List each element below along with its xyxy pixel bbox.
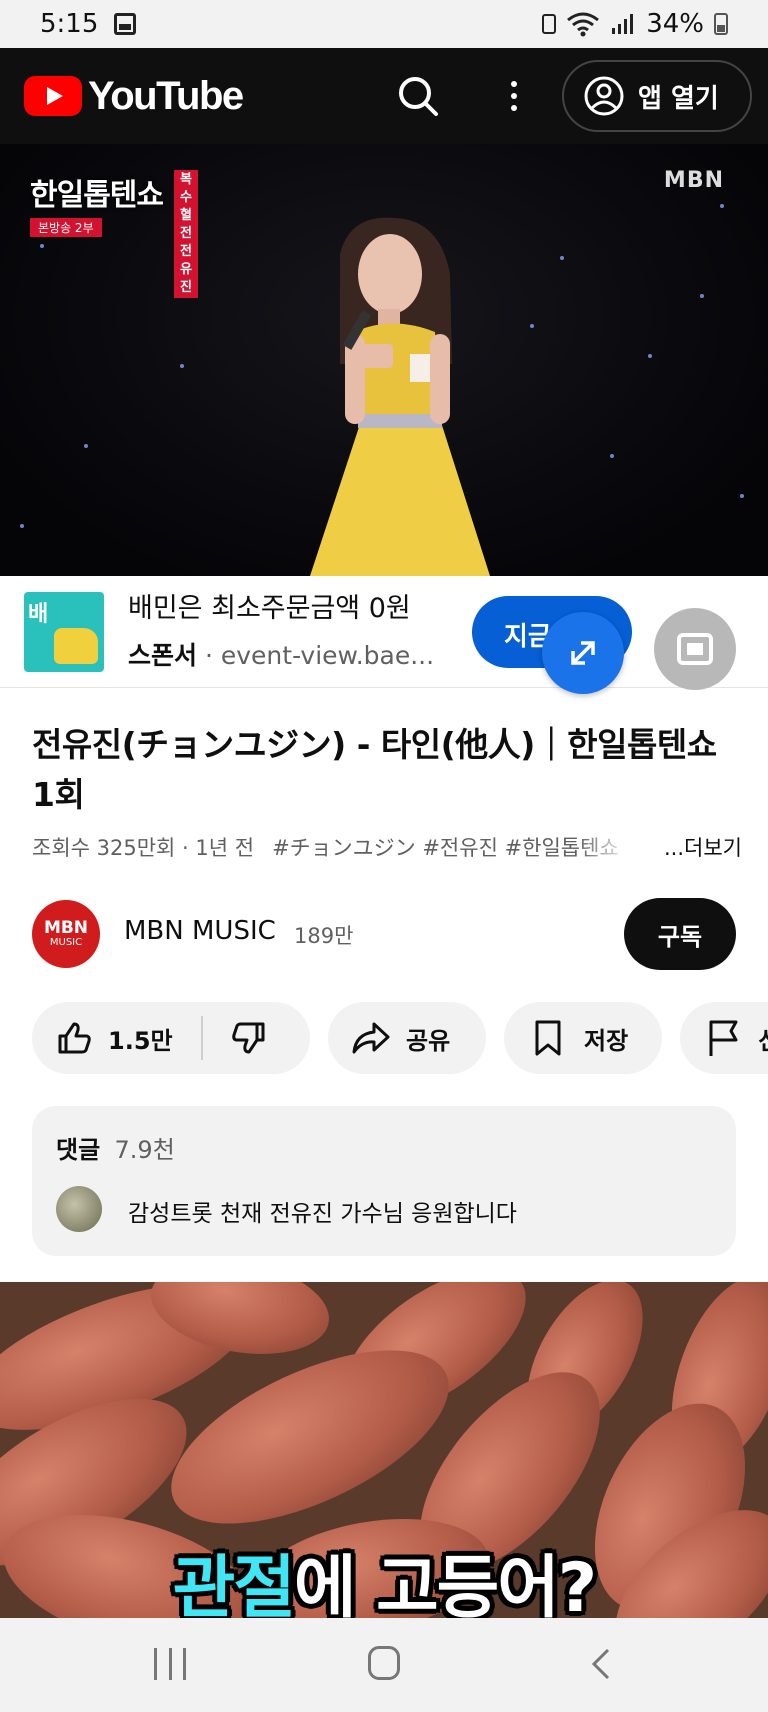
status-bar: 5:15 34% (0, 0, 768, 48)
ad-source: 스폰서 · event-view.bae... (128, 641, 435, 670)
back-icon[interactable] (590, 1648, 614, 1680)
subscriber-count: 189만 (294, 924, 354, 948)
next-video-thumbnail[interactable]: 관절에 고등어? (0, 1282, 768, 1618)
top-comment: 감성트롯 천재 전유진 가수님 응원합니다 (128, 1201, 517, 1227)
youtube-logo[interactable]: YouTube (24, 73, 244, 119)
like-dislike-pill: 1.5만 (32, 1002, 310, 1074)
system-nav-bar (0, 1618, 768, 1712)
show-tag: 복수혈전 전유진 (174, 170, 198, 298)
show-title: 한일톱텐쇼 (30, 178, 164, 213)
share-icon (352, 1022, 390, 1054)
channel-name[interactable]: MBN MUSIC (124, 916, 276, 946)
signal-icon (612, 14, 634, 34)
battery-saver-icon (542, 14, 557, 34)
ad-url: event-view.bae... (220, 641, 435, 670)
network-watermark: MBN (663, 168, 724, 193)
hashtags[interactable]: #チョンユジン #전유진 #한일톱텐쇼 (272, 832, 632, 862)
scooter-illustration (54, 628, 98, 664)
sponsor-label: 스폰서 (128, 641, 198, 670)
show-subtitle: 본방송 2부 (30, 218, 102, 237)
save-button[interactable]: 저장 (504, 1002, 662, 1074)
thumbnail-caption: 관절에 고등어? (172, 1549, 598, 1618)
youtube-wordmark: YouTube (88, 73, 244, 118)
wifi-icon (567, 12, 600, 37)
action-bar: 1.5만 공유 저장 신 (32, 1002, 768, 1074)
comments-header: 댓글 7.9천 (56, 1136, 175, 1164)
status-time: 5:15 (40, 9, 99, 39)
battery-percent: 34% (646, 9, 704, 39)
video-meta[interactable]: 조회수 325만회 · 1년 전 #チョンユジン #전유진 #한일톱텐쇼 ...… (32, 832, 742, 862)
subscribe-button[interactable]: 구독 (624, 898, 736, 970)
more-link[interactable]: ...더보기 (664, 832, 742, 862)
expand-icon[interactable] (542, 612, 624, 694)
open-app-label: 앱 열기 (638, 83, 719, 114)
share-button[interactable]: 공유 (328, 1002, 486, 1074)
comments-panel[interactable]: 댓글 7.9천 감성트롯 천재 전유진 가수님 응원합니다 (32, 1106, 736, 1256)
app-header: YouTube 앱 열기 (0, 48, 768, 144)
video-player[interactable]: 한일톱텐쇼 복수혈전 전유진 본방송 2부 MBN (0, 144, 768, 576)
battery-icon (714, 13, 728, 35)
flag-icon (709, 1020, 738, 1056)
gallery-notification-icon (114, 13, 137, 35)
commenter-avatar (56, 1186, 102, 1232)
status-indicators: 34% (542, 9, 728, 39)
more-options-icon[interactable] (496, 74, 532, 118)
account-icon (584, 76, 624, 116)
sponsored-ad[interactable]: 배 배민은 최소주문금액 0원 스폰서 · event-view.bae... … (0, 576, 768, 688)
report-button[interactable]: 신 (680, 1002, 768, 1074)
video-title[interactable]: 전유진(チョンユジン) - 타인(他人)｜한일톱텐쇼 1회 (32, 720, 742, 820)
open-app-button[interactable]: 앱 열기 (562, 60, 752, 132)
like-count[interactable]: 1.5만 (108, 1021, 173, 1056)
search-icon[interactable] (396, 74, 440, 118)
home-icon[interactable] (368, 1646, 400, 1680)
youtube-play-icon (24, 76, 82, 116)
channel-avatar[interactable]: MBN MUSIC (32, 900, 100, 968)
ad-title[interactable]: 배민은 최소주문금액 0원 (128, 586, 411, 625)
dislike-icon[interactable] (229, 1018, 269, 1058)
recent-apps-icon[interactable] (154, 1648, 186, 1680)
like-icon[interactable] (54, 1018, 94, 1058)
show-logo: 한일톱텐쇼 복수혈전 전유진 본방송 2부 (30, 170, 198, 298)
bookmark-icon (535, 1020, 561, 1056)
ad-thumbnail[interactable]: 배 (24, 592, 104, 672)
channel-row[interactable]: MBN MUSIC MBN MUSIC 189만 구독 (32, 898, 736, 970)
miniplayer-icon[interactable] (654, 608, 736, 690)
singer-figure (310, 217, 490, 576)
comment-count: 7.9천 (114, 1136, 175, 1164)
view-count: 조회수 325만회 · 1년 전 (32, 836, 255, 860)
